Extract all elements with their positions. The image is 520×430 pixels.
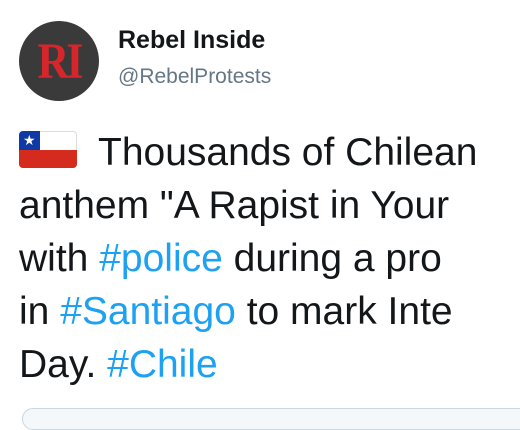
- tweet-text-segment: with: [19, 237, 100, 280]
- tweet-text-segment: during a pro: [222, 237, 442, 280]
- media-card[interactable]: [22, 408, 520, 430]
- tweet-text: ★ Thousands of Chilean anthem "A Rapist …: [19, 126, 520, 391]
- tweet-text-segment: in: [19, 290, 61, 333]
- chile-flag-icon: ★: [19, 131, 77, 168]
- tweet-text-line: anthem "A Rapist in Your: [19, 179, 520, 232]
- tweet-text-line: with #police during a pro: [19, 232, 520, 285]
- handle[interactable]: @RebelProtests: [118, 65, 271, 89]
- tweet[interactable]: RI Rebel Inside @RebelProtests ★ Thousan…: [0, 0, 520, 430]
- hashtag-police-link[interactable]: #police: [99, 237, 223, 280]
- tweet-text-line: Day. #Chile: [19, 338, 520, 391]
- hashtag-chile-link[interactable]: #Chile: [107, 343, 218, 386]
- tweet-text-line: ★ Thousands of Chilean: [19, 126, 520, 179]
- display-name[interactable]: Rebel Inside: [118, 26, 265, 55]
- tweet-text-segment: Day.: [19, 343, 108, 386]
- tweet-text-segment: Thousands of Chilean: [98, 131, 478, 174]
- avatar[interactable]: RI: [19, 21, 99, 101]
- tweet-text-segment: anthem "A Rapist in Your: [19, 184, 450, 227]
- avatar-logo: RI: [37, 32, 84, 90]
- tweet-text-line: in #Santiago to mark Inte: [19, 285, 520, 338]
- tweet-text-segment: to mark Inte: [235, 290, 453, 333]
- hashtag-santiago-link[interactable]: #Santiago: [60, 290, 236, 333]
